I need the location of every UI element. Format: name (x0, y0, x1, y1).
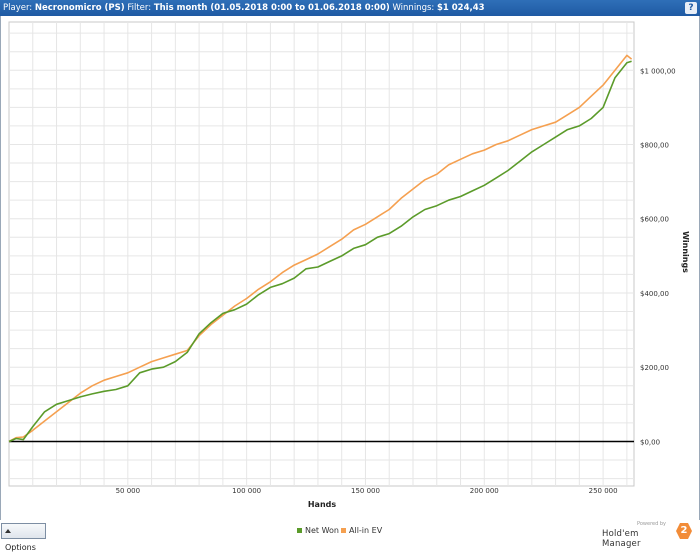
y-tick-label: $200,00 (640, 364, 669, 372)
options-label: Options (5, 543, 36, 552)
x-axis-label: Hands (308, 500, 337, 509)
y-tick-label: $600,00 (640, 216, 669, 224)
legend-allin-ev-label: All-in EV (349, 526, 383, 535)
x-tick-label: 150 000 (351, 487, 380, 495)
net-won-swatch (297, 528, 302, 533)
x-tick-label: 50 000 (116, 487, 141, 495)
bottom-bar: Options Net Won All-in EV Powered by Hol… (0, 520, 700, 552)
powered-by-text: Powered by (637, 521, 666, 527)
caret-up-icon (5, 528, 11, 533)
legend-item-allin-ev: All-in EV (341, 526, 382, 535)
y-tick-label: $0,00 (640, 438, 660, 446)
x-tick-label: 250 000 (589, 487, 618, 495)
grid-lines (8, 21, 635, 487)
plot-area (8, 21, 635, 487)
allin-ev-swatch (341, 528, 346, 533)
brand-name: Hold'em Manager (602, 529, 641, 549)
winnings-chart: 50 000 100 000 150 000 200 000 250 000 $0,00 $… (8, 21, 690, 509)
hem2-logo-icon: 2 (676, 523, 692, 539)
options-button[interactable]: Options (1, 523, 46, 552)
brand-logo: Powered by Hold'em Manager 2 (602, 521, 692, 549)
y-axis-label: Winnings (681, 231, 690, 273)
legend-net-won-label: Net Won (305, 526, 339, 535)
y-tick-label: $800,00 (640, 141, 669, 149)
legend-item-net-won: Net Won (297, 526, 339, 535)
x-tick-label: 200 000 (470, 487, 499, 495)
x-tick-label: 100 000 (232, 487, 261, 495)
y-tick-label: $400,00 (640, 290, 669, 298)
y-tick-label: $1 000,00 (640, 67, 676, 75)
